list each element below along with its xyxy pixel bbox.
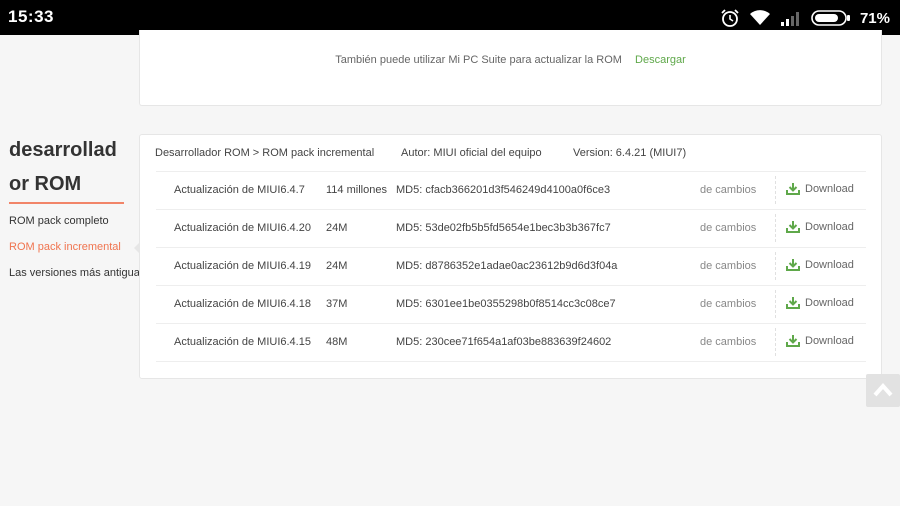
- update-name: Actualización de MIUI6.4.19: [174, 260, 311, 272]
- sidebar-item-full-rom[interactable]: ROM pack completo: [9, 215, 109, 227]
- back-to-top-button[interactable]: [866, 374, 900, 407]
- update-size: 48M: [326, 336, 348, 348]
- changelog-link[interactable]: de cambios: [700, 214, 777, 242]
- pc-suite-text: También puede utilizar Mi PC Suite para …: [335, 54, 622, 66]
- update-name: Actualización de MIUI6.4.7: [174, 184, 305, 196]
- download-button[interactable]: Download: [786, 334, 854, 347]
- download-label: Download: [805, 258, 854, 271]
- table-row: Actualización de MIUI6.4.18 37M MD5: 630…: [156, 285, 866, 323]
- update-name: Actualización de MIUI6.4.18: [174, 298, 311, 310]
- download-label: Download: [805, 334, 854, 347]
- sidebar-title-underline: [9, 202, 124, 204]
- sidebar-item-older-versions[interactable]: Las versiones más antiguas: [9, 267, 145, 279]
- download-icon: [786, 183, 800, 195]
- download-icon: [786, 221, 800, 233]
- update-name: Actualización de MIUI6.4.20: [174, 222, 311, 234]
- table-row: Actualización de MIUI6.4.19 24M MD5: d87…: [156, 247, 866, 285]
- sidebar-title: desarrollad or ROM: [9, 139, 117, 195]
- download-icon: [786, 335, 800, 347]
- table-row: Actualización de MIUI6.4.15 48M MD5: 230…: [156, 323, 866, 362]
- download-label: Download: [805, 182, 854, 195]
- chevron-up-icon: [873, 382, 893, 397]
- rom-list-card: Desarrollador ROM > ROM pack incremental…: [139, 134, 882, 379]
- download-pc-suite-link[interactable]: Descargar: [635, 54, 686, 66]
- changelog-link[interactable]: de cambios: [700, 290, 777, 318]
- download-label: Download: [805, 296, 854, 309]
- update-name: Actualización de MIUI6.4.15: [174, 336, 311, 348]
- signal-icon: [780, 12, 799, 26]
- update-md5: MD5: 53de02fb5b5fd5654e1bec3b3b367fc7: [396, 222, 611, 234]
- battery-percent: 71%: [859, 9, 890, 27]
- download-icon: [786, 259, 800, 271]
- update-md5: MD5: 230cee71f654a1af03be883639f24602: [396, 336, 612, 348]
- status-icons: 71%: [720, 6, 890, 30]
- author-label: Autor: MIUI oficial del equipo: [401, 147, 542, 159]
- wifi-icon: [749, 10, 770, 25]
- download-button[interactable]: Download: [786, 182, 854, 195]
- status-time: 15:33: [8, 7, 54, 26]
- update-size: 24M: [326, 222, 348, 234]
- breadcrumb: Desarrollador ROM > ROM pack incremental: [155, 147, 375, 159]
- download-button[interactable]: Download: [786, 220, 854, 233]
- sidebar-item-incremental-rom[interactable]: ROM pack incremental: [9, 241, 121, 253]
- update-md5: MD5: d8786352e1adae0ac23612b9d6d3f04a: [396, 260, 618, 272]
- pc-suite-card: También puede utilizar Mi PC Suite para …: [139, 30, 882, 106]
- table-row: Actualización de MIUI6.4.7 114 millones …: [156, 171, 866, 209]
- alarm-icon: [721, 9, 739, 27]
- version-label: Version: 6.4.21 (MIUI7): [573, 147, 687, 159]
- rom-table: Actualización de MIUI6.4.7 114 millones …: [156, 171, 866, 362]
- download-button[interactable]: Download: [786, 258, 854, 271]
- update-size: 24M: [326, 260, 348, 272]
- update-size: 114 millones: [326, 184, 387, 196]
- download-button[interactable]: Download: [786, 296, 854, 309]
- changelog-link[interactable]: de cambios: [700, 252, 777, 280]
- battery-icon: [811, 10, 850, 26]
- download-label: Download: [805, 220, 854, 233]
- download-icon: [786, 297, 800, 309]
- changelog-link[interactable]: de cambios: [700, 328, 777, 356]
- update-size: 37M: [326, 298, 348, 310]
- pc-suite-notice: También puede utilizar Mi PC Suite para …: [140, 54, 881, 66]
- table-row: Actualización de MIUI6.4.20 24M MD5: 53d…: [156, 209, 866, 247]
- update-md5: MD5: 6301ee1be0355298b0f8514cc3c08ce7: [396, 298, 616, 310]
- changelog-link[interactable]: de cambios: [700, 176, 777, 204]
- update-md5: MD5: cfacb366201d3f546249d4100a0f6ce3: [396, 184, 611, 196]
